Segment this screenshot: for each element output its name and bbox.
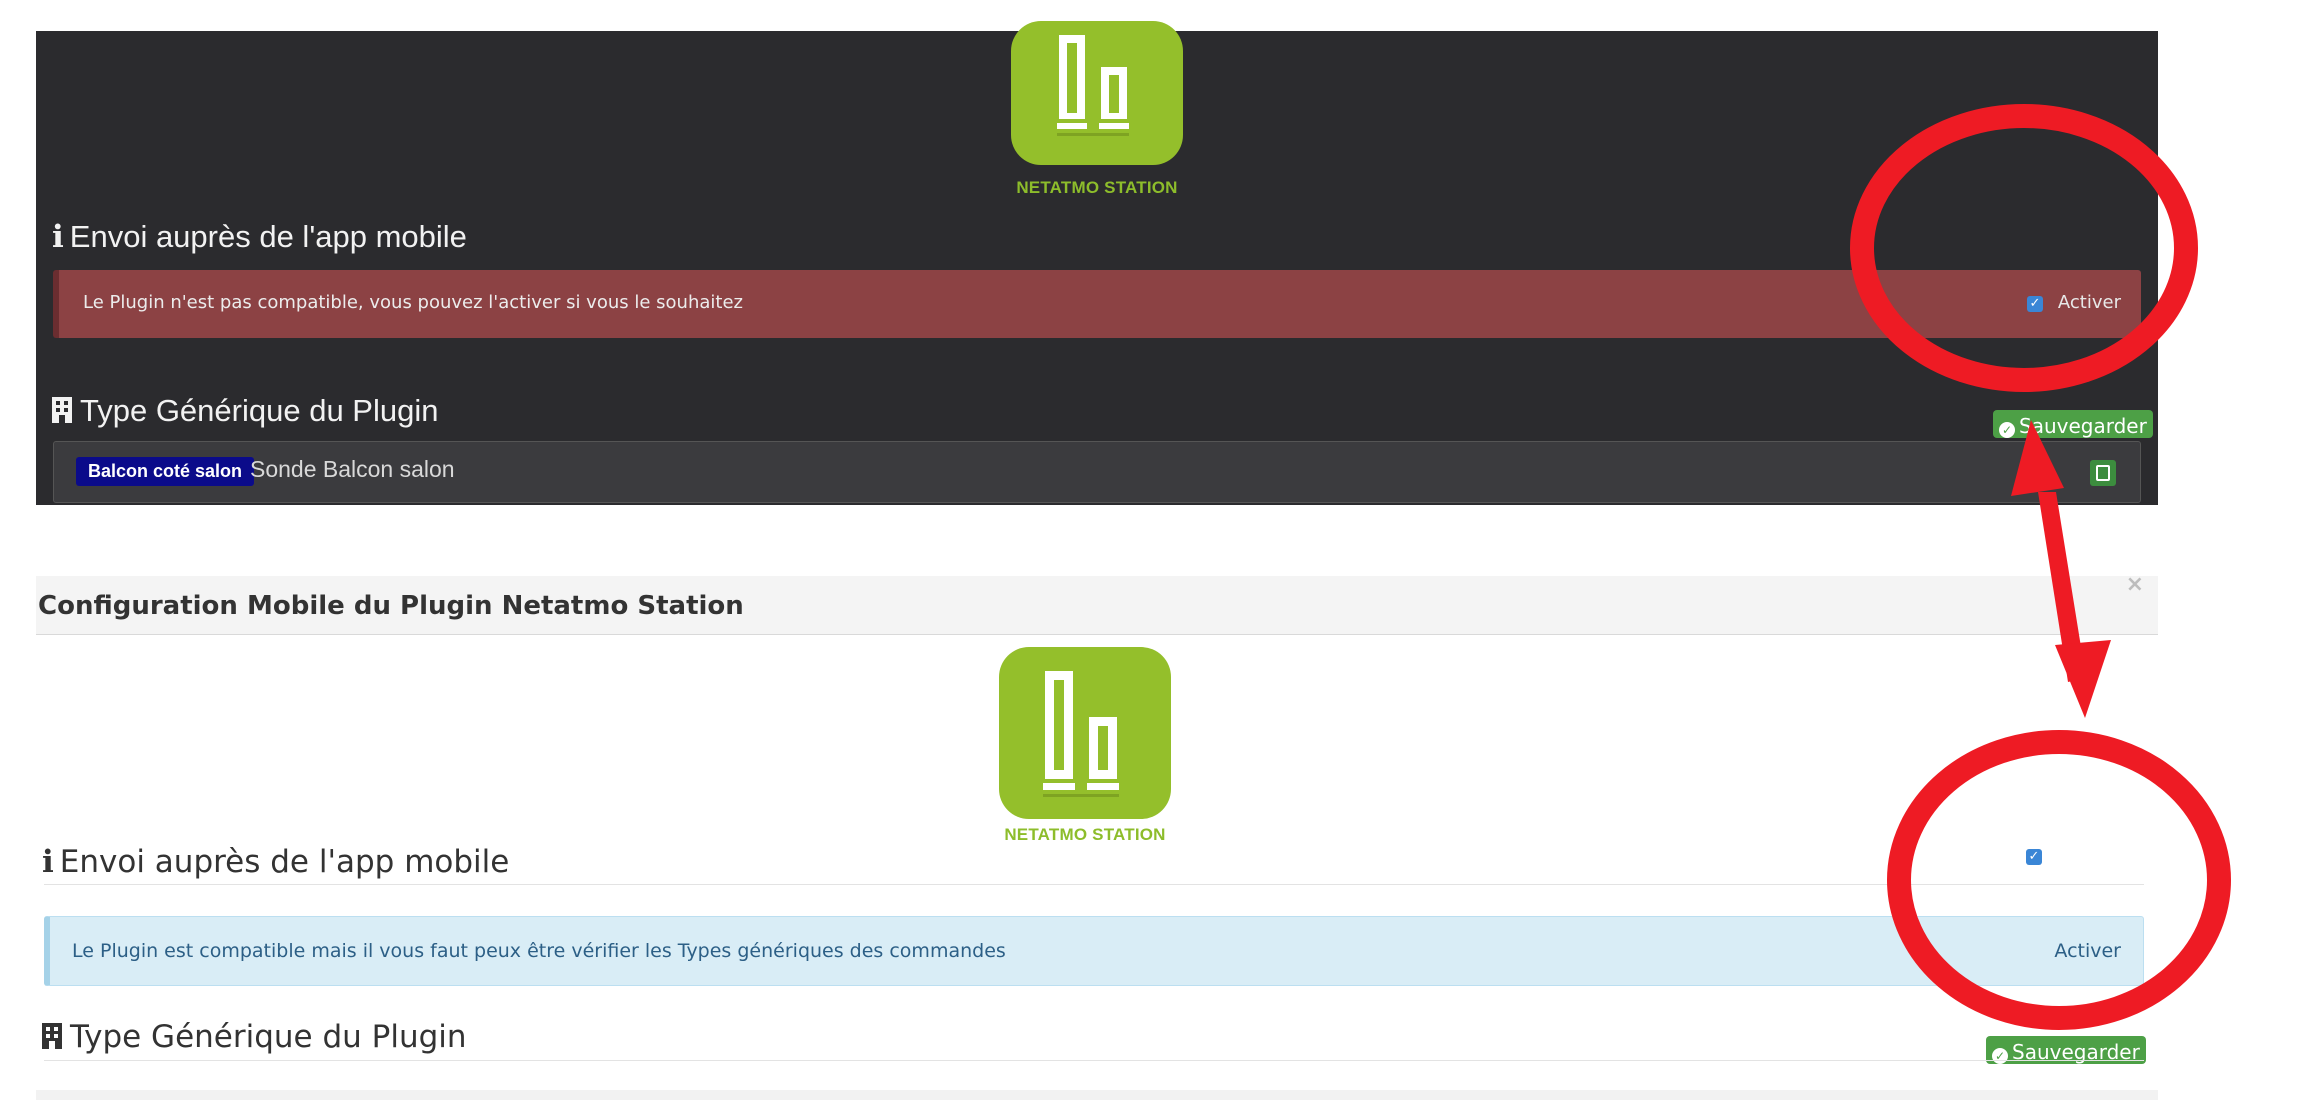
annotation-overlay <box>1850 104 2231 1030</box>
annotation-circle-bottom <box>1887 730 2231 1030</box>
annotation-arrow <box>2011 420 2111 718</box>
annotation-circle-top <box>1850 104 2198 392</box>
